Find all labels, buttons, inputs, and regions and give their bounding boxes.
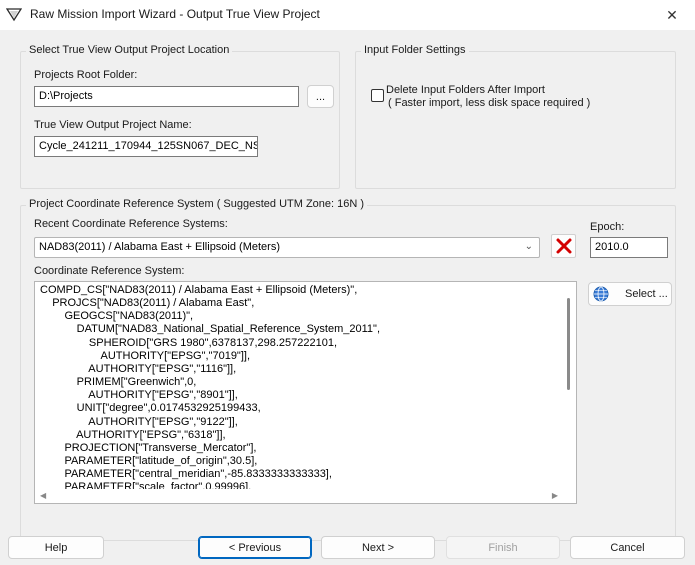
group-title: Input Folder Settings bbox=[361, 44, 469, 56]
vertical-scrollbar[interactable] bbox=[562, 282, 576, 489]
cancel-label: Cancel bbox=[610, 541, 645, 554]
next-label: Next > bbox=[361, 541, 395, 554]
crs-wkt-line: PROJCS["NAD83(2011) / Alabama East", bbox=[40, 297, 255, 310]
project-name-label: True View Output Project Name: bbox=[34, 119, 192, 131]
delete-input-checkbox[interactable] bbox=[371, 89, 384, 102]
window-title: Raw Mission Import Wizard - Output True … bbox=[30, 7, 320, 21]
crs-wkt-line: DATUM["NAD83_National_Spatial_Reference_… bbox=[40, 323, 381, 336]
crs-wkt-line: AUTHORITY["EPSG","7019"]], bbox=[40, 349, 251, 362]
app-icon bbox=[6, 8, 22, 22]
crs-wkt-textbox[interactable]: COMPD_CS["NAD83(2011) / Alabama East + E… bbox=[34, 281, 577, 504]
horizontal-scrollbar[interactable]: ◀ ▶ bbox=[35, 489, 562, 503]
previous-button[interactable]: < Previous bbox=[198, 536, 312, 559]
crs-wkt-line: PARAMETER["central_meridian",-85.8333333… bbox=[40, 468, 332, 481]
input-folder-group: Input Folder Settings Delete Input Folde… bbox=[355, 44, 676, 189]
crs-wkt-line: PARAMETER["latitude_of_origin",30.5], bbox=[40, 455, 258, 468]
output-location-group: Select True View Output Project Location… bbox=[20, 44, 340, 189]
group-title: Select True View Output Project Location bbox=[26, 44, 233, 56]
browse-button[interactable]: ... bbox=[307, 85, 334, 108]
next-button[interactable]: Next > bbox=[321, 536, 435, 559]
crs-label: Coordinate Reference System: bbox=[34, 265, 185, 277]
crs-wkt-line: AUTHORITY["EPSG","9122"]], bbox=[40, 415, 238, 428]
delete-input-label[interactable]: Delete Input Folders After Import bbox=[386, 84, 545, 96]
group-title: Project Coordinate Reference System ( Su… bbox=[26, 198, 368, 210]
help-label: Help bbox=[44, 541, 68, 554]
crs-wkt-line: PARAMETER["scale_factor",0.99996], bbox=[40, 481, 252, 489]
finish-button: Finish bbox=[446, 536, 560, 559]
close-window-button[interactable]: ✕ bbox=[649, 0, 695, 30]
crs-wkt-line: UNIT["degree",0.0174532925199433, bbox=[40, 402, 261, 415]
crs-wkt-line: PRIMEM["Greenwich",0, bbox=[40, 376, 197, 389]
cancel-button[interactable]: Cancel bbox=[570, 536, 685, 559]
crs-wkt-line: AUTHORITY["EPSG","6318"]], bbox=[40, 428, 226, 441]
project-name-field[interactable]: Cycle_241211_170944_125SN067_DEC_NS bbox=[34, 136, 258, 157]
select-crs-button[interactable]: Select ... bbox=[588, 282, 672, 306]
crs-wkt-line: GEOGCS["NAD83(2011)", bbox=[40, 310, 194, 323]
select-label: Select ... bbox=[625, 288, 668, 300]
recent-crs-value: NAD83(2011) / Alabama East + Ellipsoid (… bbox=[39, 241, 280, 253]
browse-label: ... bbox=[315, 90, 326, 103]
crs-wkt-line: AUTHORITY["EPSG","8901"]], bbox=[40, 389, 238, 402]
projects-root-label: Projects Root Folder: bbox=[34, 69, 138, 81]
epoch-field[interactable]: 2010.0 bbox=[590, 237, 668, 258]
scrollbar-thumb[interactable] bbox=[567, 298, 570, 390]
crs-group: Project Coordinate Reference System ( Su… bbox=[20, 198, 676, 541]
recent-crs-dropdown[interactable]: NAD83(2011) / Alabama East + Ellipsoid (… bbox=[34, 237, 540, 258]
chevron-down-icon: ⌄ bbox=[524, 241, 533, 252]
delete-input-hint: ( Faster import, less disk space require… bbox=[388, 97, 591, 109]
finish-label: Finish bbox=[488, 541, 518, 554]
globe-icon bbox=[593, 286, 609, 302]
crs-wkt-line: SPHEROID["GRS 1980",6378137,298.25722210… bbox=[40, 336, 338, 349]
help-button[interactable]: Help bbox=[8, 536, 104, 559]
scroll-left-icon[interactable]: ◀ bbox=[40, 491, 46, 500]
epoch-label: Epoch: bbox=[590, 221, 625, 233]
remove-crs-button[interactable] bbox=[551, 234, 576, 258]
recent-crs-label: Recent Coordinate Reference Systems: bbox=[34, 218, 228, 230]
scroll-right-icon[interactable]: ▶ bbox=[552, 491, 558, 500]
previous-label: < Previous bbox=[228, 541, 282, 554]
crs-wkt-line: AUTHORITY["EPSG","1116"]], bbox=[40, 362, 237, 375]
crs-wkt-line: PROJECTION["Transverse_Mercator"], bbox=[40, 441, 257, 454]
projects-root-field[interactable]: D:\Projects bbox=[34, 86, 299, 107]
crs-wkt-text: COMPD_CS["NAD83(2011) / Alabama East + E… bbox=[35, 282, 562, 489]
dialog-body: Select True View Output Project Location… bbox=[0, 30, 695, 565]
red-x-icon bbox=[556, 238, 571, 254]
close-icon: ✕ bbox=[666, 6, 678, 23]
title-bar: Raw Mission Import Wizard - Output True … bbox=[0, 0, 695, 30]
crs-wkt-line: COMPD_CS["NAD83(2011) / Alabama East + E… bbox=[40, 284, 358, 296]
